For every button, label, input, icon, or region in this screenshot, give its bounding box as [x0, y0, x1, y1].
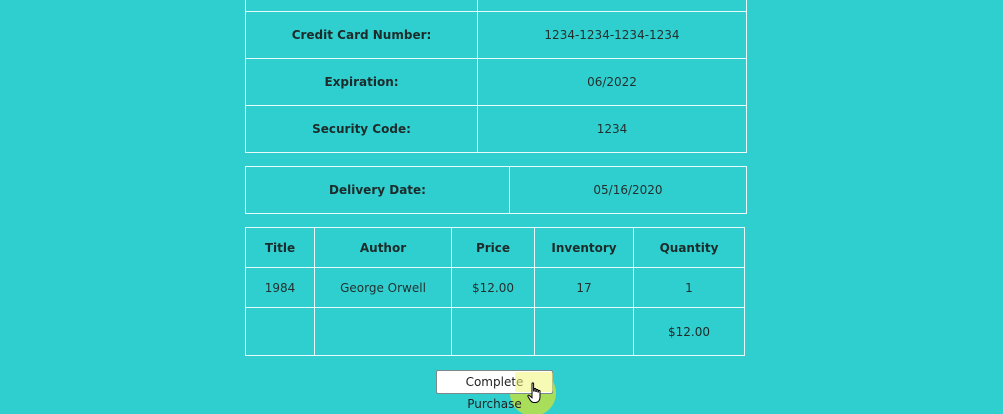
expiration-value: 06/2022: [477, 58, 747, 106]
payment-details-table: Credit Card Number: 1234-1234-1234-1234 …: [245, 0, 747, 153]
security-code-row: Security Code: 1234: [245, 105, 747, 153]
payment-row-label: [245, 0, 478, 12]
inventory-header: Inventory: [534, 227, 634, 268]
security-code-value: 1234: [477, 105, 747, 153]
payment-row: [245, 0, 747, 12]
order-header-row: Title Author Price Inventory Quantity: [245, 227, 745, 268]
credit-card-row: Credit Card Number: 1234-1234-1234-1234: [245, 11, 747, 59]
payment-row-value: [477, 0, 747, 12]
item-author: George Orwell: [314, 267, 452, 308]
title-header: Title: [245, 227, 315, 268]
order-table: Title Author Price Inventory Quantity 19…: [245, 227, 745, 356]
quantity-header: Quantity: [633, 227, 745, 268]
checkout-page: Credit Card Number: 1234-1234-1234-1234 …: [0, 0, 1003, 414]
item-title: 1984: [245, 267, 315, 308]
hand-pointer-icon: [527, 382, 541, 403]
order-total: $12.00: [633, 307, 745, 356]
item-price: $12.00: [451, 267, 535, 308]
empty-cell: [534, 307, 634, 356]
price-header: Price: [451, 227, 535, 268]
expiration-label: Expiration:: [245, 58, 478, 106]
credit-card-label: Credit Card Number:: [245, 11, 478, 59]
empty-cell: [451, 307, 535, 356]
delivery-row: Delivery Date: 05/16/2020: [245, 166, 747, 214]
delivery-date-value: 05/16/2020: [509, 166, 747, 214]
table-row: 1984 George Orwell $12.00 17 1: [245, 267, 745, 308]
expiration-row: Expiration: 06/2022: [245, 58, 747, 106]
author-header: Author: [314, 227, 452, 268]
credit-card-value: 1234-1234-1234-1234: [477, 11, 747, 59]
item-quantity: 1: [633, 267, 745, 308]
empty-cell: [314, 307, 452, 356]
delivery-table: Delivery Date: 05/16/2020: [245, 166, 747, 214]
total-row: $12.00: [245, 307, 745, 356]
item-inventory: 17: [534, 267, 634, 308]
delivery-date-label: Delivery Date:: [245, 166, 510, 214]
empty-cell: [245, 307, 315, 356]
security-code-label: Security Code:: [245, 105, 478, 153]
